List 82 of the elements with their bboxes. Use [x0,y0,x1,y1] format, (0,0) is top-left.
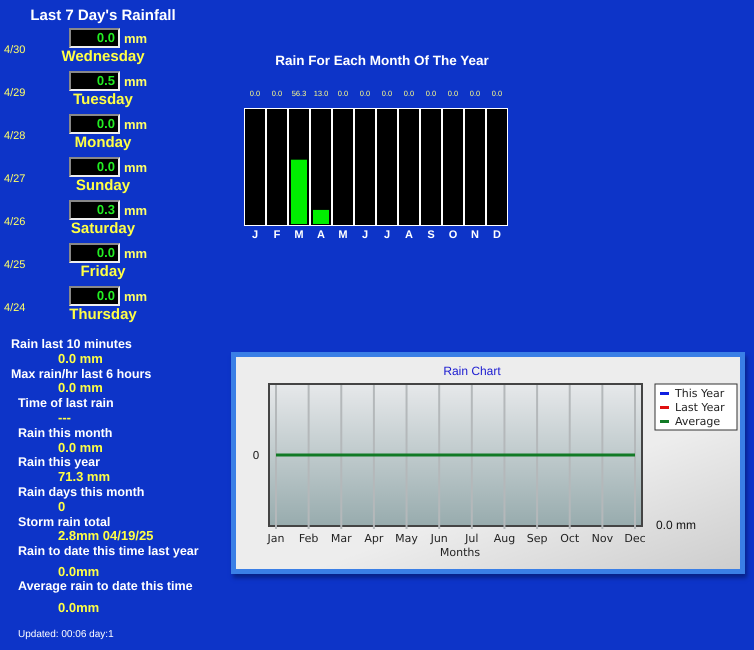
stat-label: Rain this year [17,455,100,470]
chart-title: Rain Chart [443,364,501,378]
date-label: 4/26 [3,215,26,230]
unit-label: mm [124,160,148,174]
axis-label: Jul [465,532,478,545]
axis-label: May [395,532,418,545]
date-label: 4/24 [3,301,26,316]
month-label: N [471,229,479,240]
axis-label: Jan [268,532,284,545]
day-name: Sunday [76,177,130,195]
month-label: J [362,229,368,240]
amount-display: 0.0 [68,157,120,177]
day-name: Saturday [70,220,136,238]
legend-label: Last Year [675,401,725,414]
stat-value: 0.0mm [57,564,100,579]
stat-value: 0.0 mm [57,381,103,396]
month-label: J [252,229,258,240]
month-label: O [448,229,458,240]
panel-title: Last 7 Day's Rainfall [29,6,177,26]
day-name: Friday [80,263,126,281]
stat-label: Rain last 10 minutes [10,337,132,352]
unit-label: mm [124,246,148,260]
axis-label: Apr [364,532,384,545]
stat-value: 71.3 mm [57,470,110,485]
date-label: 4/30 [3,43,26,58]
axis-label: Nov [592,532,614,545]
legend-label: Average [675,415,720,428]
date-label: 4/28 [3,129,26,144]
stat-label: Rain days this month [17,484,144,500]
axis-title: Months [440,546,480,559]
day-name: Tuesday [73,91,133,109]
date-label: 4/27 [3,172,26,187]
amount-display: 0.0 [68,28,120,48]
date-label: 4/29 [3,86,26,101]
bar [313,210,329,224]
stat-label: Rain this month [17,426,112,441]
amount-display: 0.0 [68,114,120,134]
day-name: Thursday [69,306,137,324]
axis-tick-label: 0 [252,449,260,462]
stat-label: Rain to date this time last year [17,544,199,559]
updated-text: Updated: 00:06 day:1 [17,628,115,640]
amount-display: 0.3 [68,200,120,220]
unit-label: mm [124,288,148,304]
axis-label: Jun [430,532,448,545]
axis-label: Feb [298,532,318,545]
stat-label: Average rain to date this time [17,578,193,594]
axis-label: Oct [560,532,580,545]
bar [291,160,307,224]
month-label: A [405,229,413,240]
axis-label: Sep [526,532,548,545]
month-label: M [294,229,304,240]
unit-label: mm [124,202,148,218]
stat-value: 0.0 mm [57,440,103,456]
date-label: 4/25 [3,258,26,273]
stat-label: Time of last rain [17,396,114,411]
month-label: S [427,229,435,240]
axis-label: Mar [330,532,352,545]
amount-display: 0.0 [68,243,120,263]
unit-label: mm [124,116,148,132]
month-label: A [317,229,325,240]
month-label: M [338,229,348,240]
day-name: Monday [74,134,132,152]
legend-label: This Year [675,387,724,400]
stat-value: --- [57,410,71,426]
axis-label: Aug [494,532,516,545]
unit-label: mm [124,30,148,46]
rain-reading: 0.0 mm [656,518,696,532]
chart-title: Rain For Each Month Of The Year [274,53,490,68]
month-label: D [493,229,501,240]
day-name: Wednesday [61,48,145,66]
stat-label: Max rain/hr last 6 hours [10,366,152,382]
amount-display: 0.5 [68,71,120,91]
stat-value: 2.8mm 04/19/25 [57,529,154,544]
unit-label: mm [124,74,148,88]
month-label: F [274,229,280,240]
stat-value: 0.0mm [57,600,100,615]
stat-label: Storm rain total [17,514,110,530]
axis-label: Dec [624,532,646,545]
month-label: J [384,229,390,240]
amount-display: 0.0 [68,286,120,306]
stat-value: 0 [58,500,66,515]
stat-value: 0.0 mm [57,352,103,367]
